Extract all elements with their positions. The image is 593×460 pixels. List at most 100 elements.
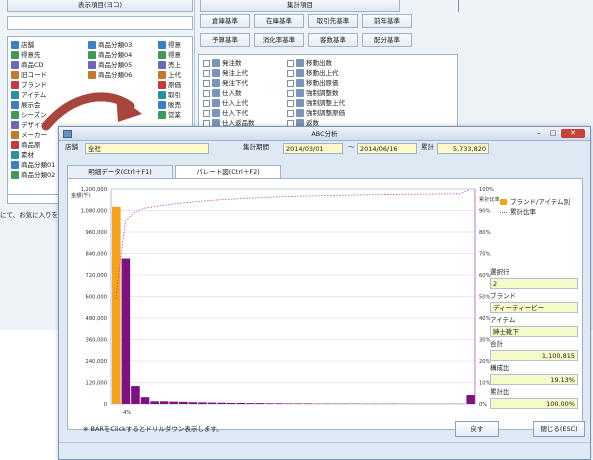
- checkbox-icon[interactable]: [203, 59, 210, 67]
- checkbox-item[interactable]: 発注数: [203, 59, 242, 67]
- field-icon: [11, 51, 19, 59]
- bar-4[interactable]: [150, 401, 159, 404]
- filter-input[interactable]: [7, 16, 193, 30]
- checkbox-item[interactable]: 発注下代: [203, 79, 248, 87]
- tab-row1-1[interactable]: 在庫基準: [254, 14, 304, 28]
- bar-2[interactable]: [131, 386, 140, 404]
- list-item[interactable]: 素材: [11, 151, 34, 159]
- list-item[interactable]: 商品CD: [11, 61, 44, 69]
- checkbox-item[interactable]: 強制調整原価: [287, 109, 345, 117]
- checkbox-item[interactable]: 仕入数: [203, 89, 242, 97]
- bar-6[interactable]: [169, 401, 179, 404]
- list-item[interactable]: 展示会: [11, 101, 41, 109]
- list-item[interactable]: 商品分類04: [88, 51, 132, 59]
- period-from-field[interactable]: 2014/03/01: [283, 143, 343, 154]
- tab-row1-3[interactable]: 前年基準: [362, 14, 412, 28]
- checkbox-item[interactable]: 移動出上代: [287, 69, 339, 77]
- list-item[interactable]: 得意先: [11, 51, 41, 59]
- checkbox-icon[interactable]: [287, 59, 294, 67]
- bar-17[interactable]: [274, 403, 284, 404]
- checkbox-item[interactable]: 強制調整数: [287, 89, 339, 97]
- checkbox-icon[interactable]: [203, 69, 210, 77]
- checkbox-icon[interactable]: [203, 89, 210, 97]
- list-item[interactable]: 商品分類03: [88, 41, 132, 49]
- checkbox-icon[interactable]: [203, 109, 210, 117]
- bar-5[interactable]: [159, 401, 169, 404]
- list-item[interactable]: 商品分類06: [88, 71, 132, 79]
- checkbox-icon[interactable]: [287, 89, 294, 97]
- checkbox-icon[interactable]: [287, 99, 294, 107]
- list-item[interactable]: 販売: [158, 101, 181, 109]
- window-title: ABC分析: [311, 130, 338, 138]
- list-scrollbar[interactable]: [7, 194, 65, 204]
- bar-3[interactable]: [140, 397, 150, 404]
- bar-15[interactable]: [255, 403, 265, 404]
- y-tick-label: 840,000: [86, 252, 107, 258]
- list-item[interactable]: 旧コード: [11, 71, 47, 79]
- bar-9[interactable]: [198, 402, 207, 404]
- checkbox-item[interactable]: 移動出数: [287, 59, 332, 67]
- list-item[interactable]: 売上: [158, 61, 181, 69]
- bar-19[interactable]: [294, 403, 303, 404]
- list-item[interactable]: 取引: [158, 91, 181, 99]
- list-item[interactable]: 得意: [158, 41, 181, 49]
- tab-row2-1[interactable]: 消化率基準: [254, 33, 304, 47]
- bar-1[interactable]: [121, 258, 131, 404]
- period-to-field[interactable]: 2014/06/16: [357, 143, 417, 154]
- store-field[interactable]: 全社: [85, 143, 209, 154]
- maximize-icon[interactable]: □: [547, 129, 559, 138]
- checkbox-item[interactable]: 仕入上代: [203, 99, 248, 107]
- tab-pareto-chart[interactable]: パレート図(Ctrl＋F2): [175, 165, 281, 178]
- list-item[interactable]: 商品原: [11, 141, 41, 149]
- bar-8[interactable]: [188, 402, 198, 404]
- bar-13[interactable]: [236, 402, 246, 404]
- table-icon: [212, 79, 220, 87]
- tab-row1-0[interactable]: 倉庫基準: [200, 14, 250, 28]
- checkbox-icon[interactable]: [287, 79, 294, 87]
- bar-37[interactable]: [466, 395, 475, 404]
- measure-icon: [158, 71, 166, 79]
- aggregate-checklist[interactable]: 発注数 発注上代 発注下代 仕入数 仕入上代 仕入下代 仕入返品数 移動出数 移動出上代 移動出原…: [198, 54, 458, 128]
- list-item[interactable]: 商品分類01: [11, 161, 55, 169]
- back-button[interactable]: 戻す: [455, 421, 499, 437]
- list-item[interactable]: 得意: [158, 51, 181, 59]
- list-item[interactable]: 商品分類02: [11, 171, 55, 179]
- checkbox-item[interactable]: 発注上代: [203, 69, 248, 77]
- list-item-label: 旧コード: [21, 70, 47, 79]
- bar-7[interactable]: [179, 401, 188, 404]
- close-button[interactable]: 閉じる(ESC): [533, 421, 585, 437]
- list-item[interactable]: 原価: [158, 81, 181, 89]
- sum-label: 合計: [490, 340, 503, 348]
- list-item[interactable]: 営業: [158, 111, 181, 119]
- bar-20[interactable]: [303, 403, 313, 404]
- list-item[interactable]: 上代: [158, 71, 181, 79]
- period-label: 集計期間: [243, 143, 269, 151]
- bar-18[interactable]: [284, 403, 293, 404]
- bar-12[interactable]: [226, 402, 236, 404]
- checkbox-icon[interactable]: [203, 99, 210, 107]
- minimize-icon[interactable]: –: [533, 129, 545, 138]
- list-item[interactable]: 商品分類05: [88, 61, 132, 69]
- close-icon[interactable]: ✕: [561, 129, 585, 138]
- bar-11[interactable]: [217, 402, 226, 404]
- bar-10[interactable]: [207, 402, 217, 404]
- checkbox-item[interactable]: 強制調整上代: [287, 99, 345, 107]
- tab-row2-0[interactable]: 予算基準: [200, 33, 250, 47]
- bar-0[interactable]: [112, 206, 121, 404]
- checkbox-item[interactable]: 仕入下代: [203, 109, 248, 117]
- tab-detail-data[interactable]: 明細データ(Ctrl＋F1): [67, 165, 173, 178]
- pareto-chart-panel: 1,200,000 100% 1,080,000 90% 960,000 80% 840,0…: [67, 178, 583, 430]
- tab-row2-3[interactable]: 配分基準: [362, 33, 412, 47]
- list-item[interactable]: 店舗: [11, 41, 34, 49]
- checkbox-icon[interactable]: [287, 109, 294, 117]
- checkbox-icon[interactable]: [287, 69, 294, 77]
- checkbox-item[interactable]: 移動出原価: [287, 79, 339, 87]
- checkbox-icon[interactable]: [203, 79, 210, 87]
- tab-row2-2[interactable]: 客数基準: [308, 33, 358, 47]
- bar-14[interactable]: [246, 403, 255, 404]
- y2-tick-label: 40%: [479, 316, 491, 322]
- bar-16[interactable]: [265, 403, 274, 404]
- title-bar[interactable]: ABC分析 – □ ✕: [59, 127, 590, 141]
- tab-row1-2[interactable]: 取引先基準: [308, 14, 358, 28]
- checkbox-label: 強制調整原価: [306, 108, 345, 117]
